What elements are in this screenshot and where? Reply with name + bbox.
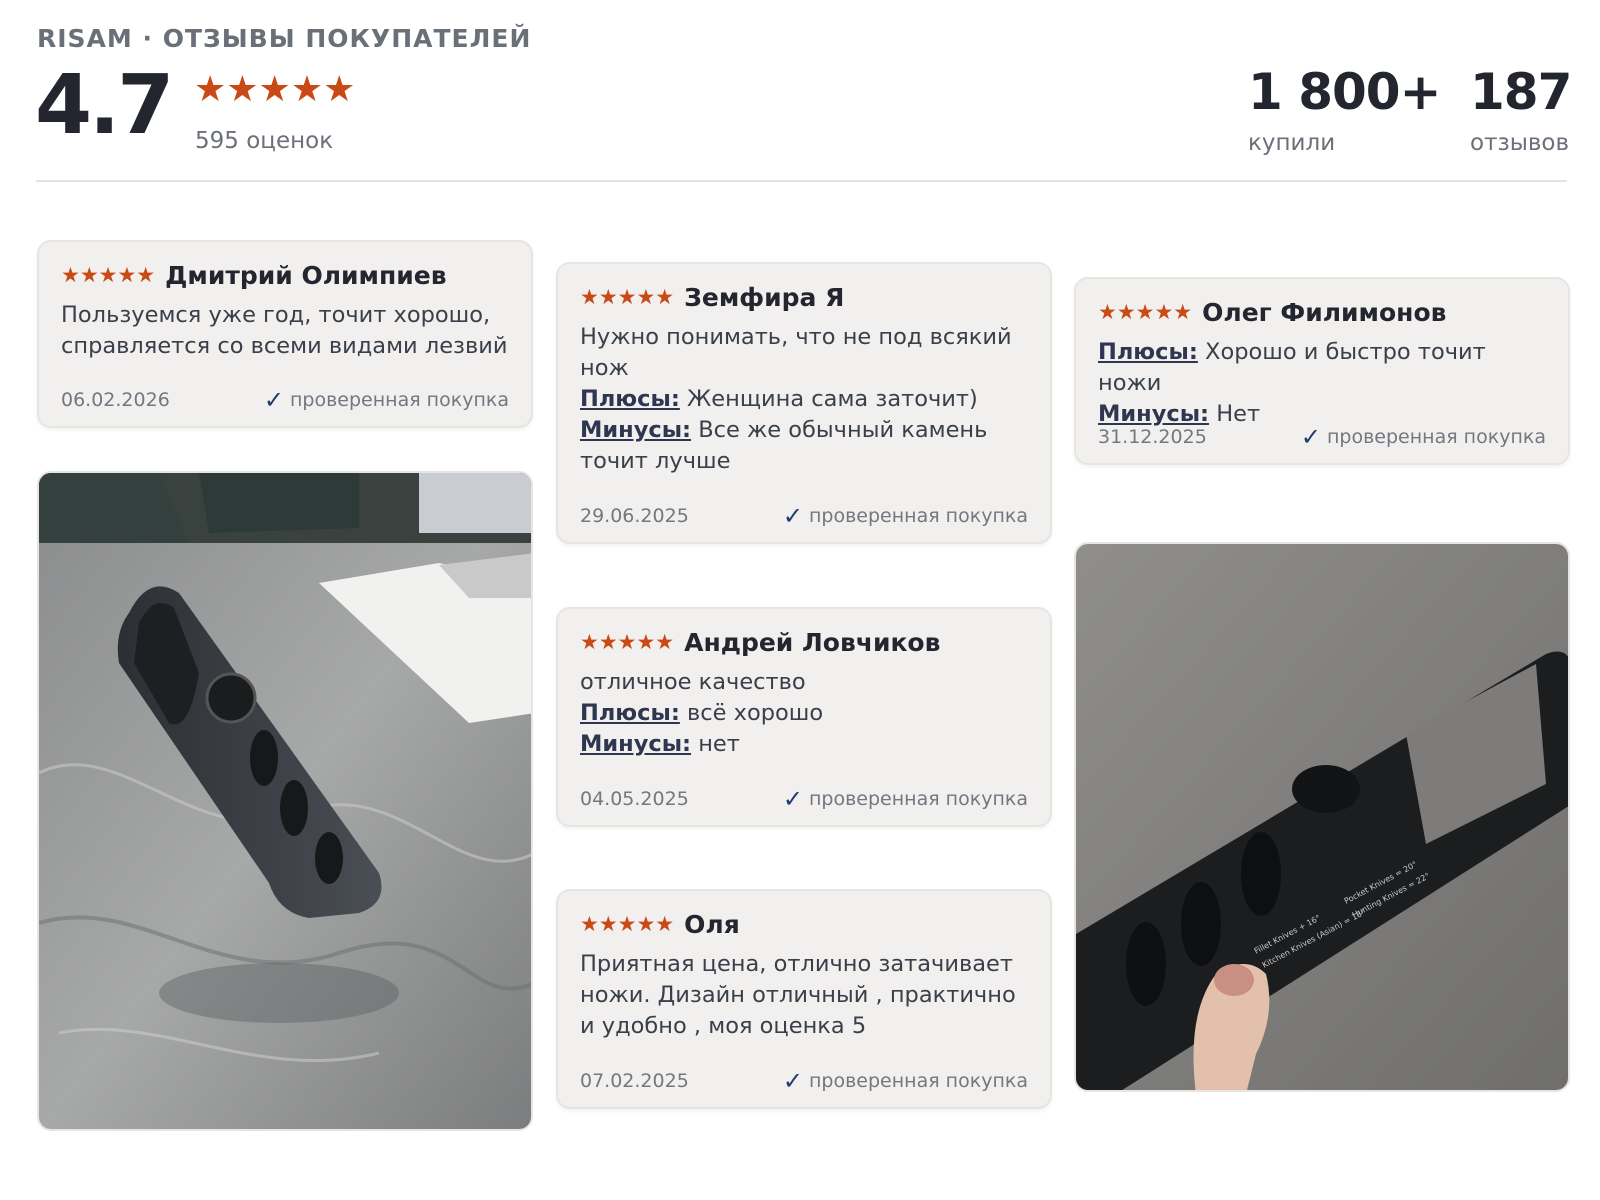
check-icon: ✓ [263,386,284,414]
reviews-value: 187 [1470,63,1572,121]
verified-label: проверенная покупка [289,389,509,411]
review-text: Нужно понимать, что не под всякий нож [580,324,1012,381]
review-author: Земфира Я [684,282,845,312]
review-photo[interactable] [37,471,533,1131]
review-stars: ★★★★★ [61,263,156,287]
pros-text: Женщина сама заточит) [679,386,978,412]
verified-label: проверенная покупка [808,505,1028,527]
brand-title: RISAM · ОТЗЫВЫ ПОКУПАТЕЛЕЙ [37,24,532,53]
review-pros: Плюсы: Хорошо и быстро точит ножи [1098,337,1546,399]
pros-label: Плюсы: [580,700,680,726]
review-text: Приятная цена, отлично затачивает ножи. … [580,951,1016,1039]
stat-reviews: 187 отзывов [1470,62,1572,156]
verified-label: проверенная покупка [1326,426,1546,448]
reviews-label: отзывов [1470,130,1570,156]
verified-purchase: ✓ проверенная покупка [783,1067,1028,1095]
review-text: Пользуемся уже год, точит хорошо, справл… [61,302,508,359]
verified-purchase: ✓ проверенная покупка [1301,423,1546,451]
ratings-count: 595 оценок [195,128,334,154]
review-photo-image: Fillet Knives + 16° Kitchen Knives (Asia… [1076,544,1568,1090]
check-icon: ✓ [782,1067,803,1095]
review-card: ★★★★★ Олег Филимонов Плюсы: Хорошо и быс… [1074,277,1570,465]
check-icon: ✓ [782,502,803,530]
review-date: 29.06.2025 [580,505,689,527]
review-date: 31.12.2025 [1098,426,1207,448]
check-icon: ✓ [1300,423,1321,451]
pros-label: Плюсы: [1098,339,1198,365]
review-card: ★★★★★ Земфира Я Нужно понимать, что не п… [556,262,1052,544]
review-cons: Минусы: Все же обычный камень точит лучш… [580,415,1028,477]
review-photo-image [39,473,531,1129]
review-author: Андрей Ловчиков [684,627,941,657]
review-date: 04.05.2025 [580,788,689,810]
pros-text: всё хорошо [679,700,824,726]
review-card: ★★★★★ Оля Приятная цена, отлично затачив… [556,889,1052,1109]
review-cons: Минусы: нет [580,729,1028,760]
review-pros: Плюсы: Женщина сама заточит) [580,384,1028,415]
verified-purchase: ✓ проверенная покупка [783,785,1028,813]
review-date: 06.02.2026 [61,389,170,411]
pros-label: Плюсы: [580,386,680,412]
bought-label: купили [1248,130,1336,156]
verified-label: проверенная покупка [808,1070,1028,1092]
review-pros: Плюсы: всё хорошо [580,698,1028,729]
review-author: Оля [684,909,740,939]
bought-value: 1 800+ [1248,63,1441,121]
header-divider [36,180,1567,182]
average-rating: 4.7 [35,58,174,153]
cons-text: нет [691,731,740,757]
review-stars: ★★★★★ [580,912,675,936]
review-date: 07.02.2025 [580,1070,689,1092]
verified-purchase: ✓ проверенная покупка [783,502,1028,530]
review-stars: ★★★★★ [580,285,675,309]
review-card: ★★★★★ Дмитрий Олимпиев Пользуемся уже го… [37,240,533,428]
verified-label: проверенная покупка [808,788,1028,810]
review-author: Дмитрий Олимпиев [165,260,447,290]
rating-stars: ★★★★★ [194,69,356,110]
review-author: Олег Филимонов [1202,297,1447,327]
cons-label: Минусы: [580,731,692,757]
review-text: отличное качество [580,669,806,695]
review-stars: ★★★★★ [1098,300,1193,324]
check-icon: ✓ [782,785,803,813]
review-photo[interactable]: Fillet Knives + 16° Kitchen Knives (Asia… [1074,542,1570,1092]
review-card: ★★★★★ Андрей Ловчиков отличное качество … [556,607,1052,827]
review-stars: ★★★★★ [580,630,675,654]
cons-label: Минусы: [580,417,692,443]
verified-purchase: ✓ проверенная покупка [264,386,509,414]
stat-bought: 1 800+ купили [1248,62,1441,156]
